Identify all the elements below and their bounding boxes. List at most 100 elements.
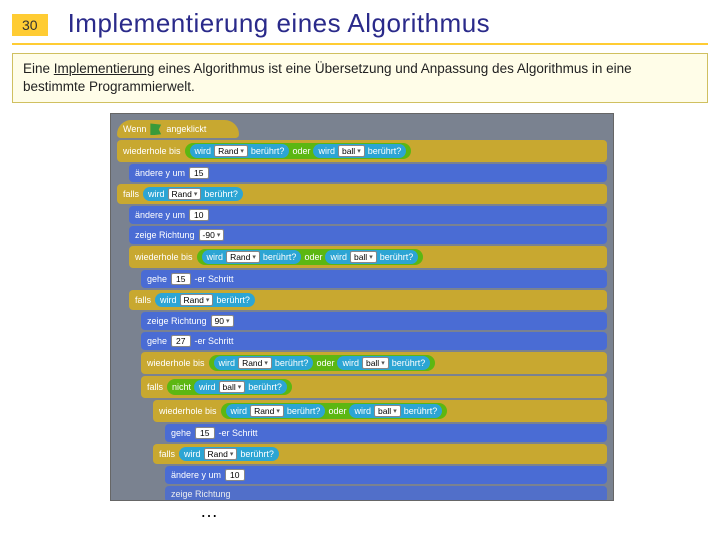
point-label: zeige Richtung [147, 316, 207, 326]
green-flag-icon [150, 123, 162, 135]
wird-label: wird [318, 146, 335, 156]
edge-dropdown[interactable]: Rand [180, 294, 214, 306]
if-label: falls [159, 449, 175, 459]
move-label: gehe [171, 428, 191, 438]
if-label: falls [123, 189, 139, 199]
beruhrt-label: berührt? [204, 189, 238, 199]
title-underline [12, 43, 708, 45]
touching-sensor: wird ball berührt? [349, 404, 442, 418]
point-direction-block: zeige Richtung -90 [129, 226, 607, 244]
if-block: falls nicht wird ball berührt? [141, 376, 607, 398]
ball-dropdown[interactable]: ball [350, 251, 377, 263]
point-direction-block: zeige Richtung 90 [141, 312, 607, 330]
point-label: zeige Richtung [171, 489, 231, 499]
repeat-label: wiederhole bis [135, 252, 193, 262]
value-input[interactable]: 27 [171, 335, 190, 347]
beruhrt-label: berührt? [287, 406, 321, 416]
or-label: oder [328, 406, 346, 416]
ball-dropdown[interactable]: ball [374, 405, 401, 417]
move-steps-block: gehe 15 -er Schritt [165, 424, 607, 442]
or-operator: wird Rand berührt? oder wird ball berühr… [221, 403, 448, 419]
move-label: gehe [147, 274, 167, 284]
wird-label: wird [148, 189, 165, 199]
touching-sensor: wird Rand berührt? [143, 187, 243, 201]
if-block: falls wird Rand berührt? [117, 184, 607, 204]
wird-label: wird [219, 358, 236, 368]
edge-dropdown[interactable]: Rand [168, 188, 202, 200]
intro-prefix: Eine [23, 61, 54, 76]
move-steps-block: gehe 15 -er Schritt [141, 270, 607, 288]
value-input[interactable]: 10 [189, 209, 208, 221]
wird-label: wird [195, 146, 212, 156]
repeat-until-block: wiederhole bis wird Rand berührt? oder w… [153, 400, 607, 422]
beruhrt-label: berührt? [275, 358, 309, 368]
edge-dropdown[interactable]: Rand [204, 448, 238, 460]
beruhrt-label: berührt? [248, 382, 282, 392]
repeat-label: wiederhole bis [159, 406, 217, 416]
point-label: zeige Richtung [135, 230, 195, 240]
edge-dropdown[interactable]: Rand [214, 145, 248, 157]
direction-dropdown[interactable]: -90 [199, 229, 225, 241]
wird-label: wird [231, 406, 248, 416]
when-label: Wenn [123, 124, 146, 134]
intro-box: Eine Implementierung eines Algorithmus i… [12, 53, 708, 103]
beruhrt-label: berührt? [263, 252, 297, 262]
edge-dropdown[interactable]: Rand [250, 405, 284, 417]
hat-block: Wenn angeklickt [117, 120, 239, 138]
change-y-block: ändere y um 10 [129, 206, 607, 224]
not-label: nicht [172, 382, 191, 392]
touching-sensor: wird Rand berührt? [190, 144, 290, 158]
wird-label: wird [199, 382, 216, 392]
ball-dropdown[interactable]: ball [362, 357, 389, 369]
if-block: falls wird Rand berührt? [153, 444, 607, 464]
value-input[interactable]: 15 [189, 167, 208, 179]
steps-label: -er Schritt [219, 428, 258, 438]
touching-sensor: wird Rand berührt? [155, 293, 255, 307]
touching-sensor: wird ball berührt? [194, 380, 287, 394]
change-y-label: ändere y um [171, 470, 221, 480]
edge-dropdown[interactable]: Rand [238, 357, 272, 369]
wird-label: wird [207, 252, 224, 262]
repeat-label: wiederhole bis [147, 358, 205, 368]
or-operator: wird Rand berührt? oder wird ball berühr… [197, 249, 424, 265]
beruhrt-label: berührt? [404, 406, 438, 416]
edge-dropdown[interactable]: Rand [226, 251, 260, 263]
touching-sensor: wird Rand berührt? [226, 404, 326, 418]
beruhrt-label: berührt? [368, 146, 402, 156]
or-operator: wird Rand berührt? oder wird ball berühr… [209, 355, 436, 371]
ball-dropdown[interactable]: ball [219, 381, 246, 393]
value-input[interactable]: 10 [225, 469, 244, 481]
steps-label: -er Schritt [195, 274, 234, 284]
value-input[interactable]: 15 [195, 427, 214, 439]
or-label: oder [292, 146, 310, 156]
scratch-screenshot: Wenn angeklickt wiederhole bis wird Rand… [110, 113, 614, 501]
beruhrt-label: berührt? [380, 252, 414, 262]
slide-title: Implementierung eines Algorithmus [68, 8, 491, 39]
ball-dropdown[interactable]: ball [338, 145, 365, 157]
slide: 30 Implementierung eines Algorithmus Ein… [0, 0, 720, 540]
or-label: oder [304, 252, 322, 262]
wird-label: wird [342, 358, 359, 368]
beruhrt-label: berührt? [216, 295, 250, 305]
repeat-label: wiederhole bis [123, 146, 181, 156]
repeat-until-block: wiederhole bis wird Rand berührt? oder w… [141, 352, 607, 374]
touching-sensor: wird ball berührt? [313, 144, 406, 158]
touching-sensor: wird ball berührt? [325, 250, 418, 264]
or-label: oder [316, 358, 334, 368]
repeat-until-block: wiederhole bis wird Rand berührt? oder w… [129, 246, 607, 268]
touching-sensor: wird Rand berührt? [179, 447, 279, 461]
not-operator: nicht wird ball berührt? [167, 379, 292, 395]
direction-dropdown[interactable]: 90 [211, 315, 234, 327]
change-y-label: ändere y um [135, 210, 185, 220]
repeat-until-block: wiederhole bis wird Rand berührt? oder w… [117, 140, 607, 162]
change-y-block: ändere y um 15 [129, 164, 607, 182]
wird-label: wird [354, 406, 371, 416]
change-y-block: ändere y um 10 [165, 466, 607, 484]
value-input[interactable]: 15 [171, 273, 190, 285]
wird-label: wird [330, 252, 347, 262]
beruhrt-label: berührt? [392, 358, 426, 368]
slide-header: 30 Implementierung eines Algorithmus [0, 0, 720, 39]
touching-sensor: wird Rand berührt? [202, 250, 302, 264]
move-steps-block: gehe 27 -er Schritt [141, 332, 607, 350]
if-label: falls [147, 382, 163, 392]
